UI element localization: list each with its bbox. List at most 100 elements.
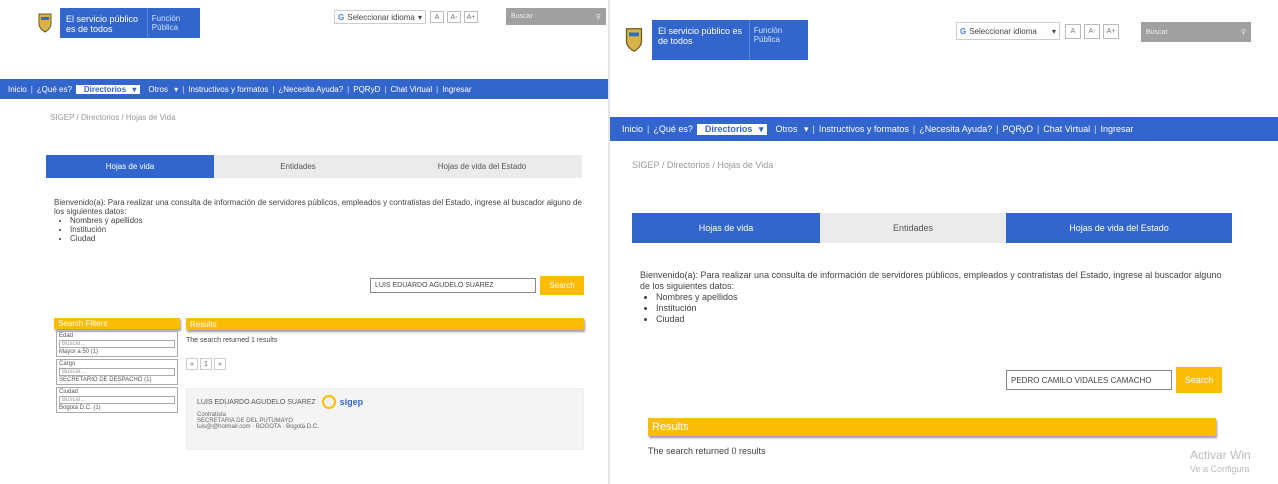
result-contact: luis@@hotmail.com · BOGOTA · Bogotá D.C. xyxy=(197,424,319,430)
language-label: Seleccionar idioma xyxy=(347,12,415,22)
result-name[interactable]: LUIS EDUARDO AGUDELO SUAREZ xyxy=(197,399,316,406)
font-decrease-button[interactable]: A- xyxy=(1084,24,1100,39)
intro-text-block: Bienvenido(a): Para realizar una consult… xyxy=(54,198,584,243)
nav-pqryd[interactable]: PQRyD xyxy=(998,124,1037,134)
criteria-item: Nombres y apellidos xyxy=(70,216,584,225)
facet-option[interactable]: Bogotá D.C. (1) xyxy=(59,405,175,411)
tab-hojas-de-vida-estado[interactable]: Hojas de vida del Estado xyxy=(1006,213,1232,243)
nav-inicio[interactable]: Inicio xyxy=(4,85,31,94)
facet-title: Edad xyxy=(59,333,74,339)
search-icon[interactable]: ⚲ xyxy=(596,13,601,21)
brand-box[interactable]: El servicio público es de todos Función … xyxy=(60,8,200,38)
contrast-button[interactable]: A xyxy=(430,11,444,23)
nav-instructivos[interactable]: Instructivos y formatos xyxy=(184,85,272,94)
facet-option[interactable]: SECRETARIO DE DESPACHO (1) xyxy=(59,377,175,383)
facet-edad: Edad Buscar... Mayor a 50 (1) xyxy=(56,331,178,357)
site-search-placeholder: Buscar xyxy=(1146,28,1168,36)
nav-ingresar[interactable]: Ingresar xyxy=(1097,124,1138,134)
criteria-item: Institución xyxy=(70,225,584,234)
search-button[interactable]: Search xyxy=(1176,367,1222,393)
watermark-line2: Ve a Configura xyxy=(1190,464,1250,474)
brand-line1: El servicio público es de todos xyxy=(658,26,743,46)
nav-inicio[interactable]: Inicio xyxy=(618,124,647,134)
nav-otros[interactable]: Otros ▾ xyxy=(767,124,812,135)
criteria-item: Nombres y apellidos xyxy=(656,292,1224,303)
tab-entidades[interactable]: Entidades xyxy=(820,213,1006,243)
language-select[interactable]: G Seleccionar idioma ▾ xyxy=(334,10,426,24)
tab-bar: Hojas de vida Entidades Hojas de vida de… xyxy=(46,155,582,178)
results-header: Results xyxy=(186,318,584,330)
search-button[interactable]: Search xyxy=(540,276,584,295)
tab-bar: Hojas de vida Entidades Hojas de vida de… xyxy=(632,213,1232,243)
intro-text: Bienvenido(a): Para realizar una consult… xyxy=(640,270,1222,291)
windows-activation-watermark: Activar Win Ve a Configura xyxy=(1190,448,1251,476)
facet-search-input[interactable]: Buscar... xyxy=(59,396,175,404)
results-count: The search returned 0 results xyxy=(648,446,766,456)
pager-next[interactable]: » xyxy=(214,358,226,370)
pager-page[interactable]: 1 xyxy=(200,358,212,370)
nav-chat[interactable]: Chat Virtual xyxy=(386,85,436,94)
nav-pqryd[interactable]: PQRyD xyxy=(349,85,384,94)
nav-directorios-label: Directorios xyxy=(704,123,753,134)
chevron-down-icon: ▾ xyxy=(1051,26,1056,36)
colombia-shield-icon xyxy=(34,8,56,38)
site-search-input[interactable]: Buscar ⚲ xyxy=(506,8,606,25)
results-count: The search returned 1 results xyxy=(186,337,278,344)
nav-que-es[interactable]: ¿Qué es? xyxy=(649,124,697,134)
facet-title: Cargo xyxy=(59,361,76,367)
font-increase-button[interactable]: A+ xyxy=(464,11,478,23)
nav-instructivos[interactable]: Instructivos y formatos xyxy=(815,124,913,134)
breadcrumb: SIGEP / Directorios / Hojas de Vida xyxy=(50,113,176,122)
contrast-button[interactable]: A xyxy=(1065,24,1081,39)
facet-ciudad: Ciudad Buscar... Bogotá D.C. (1) xyxy=(56,387,178,413)
results-header: Results xyxy=(648,418,1216,436)
criteria-list: Nombres y apellidos Institución Ciudad xyxy=(70,216,584,243)
chevron-down-icon: ▾ xyxy=(417,12,422,22)
filters-header: Search Filters xyxy=(54,318,180,329)
tab-entidades[interactable]: Entidades xyxy=(214,155,382,178)
search-filters: Search Filters Edad Buscar... Mayor a 50… xyxy=(54,318,180,415)
nav-que-es[interactable]: ¿Qué es? xyxy=(33,85,76,94)
query-input[interactable]: LUIS EDUARDO AGUDELO SUAREZ xyxy=(370,278,536,293)
main-nav: Inicio | ¿Qué es? Directorios ▾ Otros ▾ | … xyxy=(610,117,1278,141)
nav-otros[interactable]: Otros ▾ xyxy=(140,85,182,94)
brand-line1: El servicio público es de todos xyxy=(66,14,139,34)
results-panel: Results The search returned 1 results « … xyxy=(186,318,584,450)
tab-hojas-de-vida[interactable]: Hojas de vida xyxy=(46,155,214,178)
pager-prev[interactable]: « xyxy=(186,358,198,370)
nav-ayuda[interactable]: ¿Necesita Ayuda? xyxy=(915,124,996,134)
left-screenshot: El servicio público es de todos Función … xyxy=(0,0,610,484)
result-card[interactable]: LUIS EDUARDO AGUDELO SUAREZ sigep Contra… xyxy=(186,388,584,450)
language-select[interactable]: G Seleccionar idioma ▾ xyxy=(956,22,1060,40)
brand-line2: Función Pública xyxy=(146,8,200,38)
tab-hojas-de-vida[interactable]: Hojas de vida xyxy=(632,213,820,243)
facet-option[interactable]: Mayor a 50 (1) xyxy=(59,349,175,355)
nav-ingresar[interactable]: Ingresar xyxy=(438,85,475,94)
criteria-item: Institución xyxy=(656,303,1224,314)
search-icon[interactable]: ⚲ xyxy=(1241,28,1246,36)
intro-text: Bienvenido(a): Para realizar una consult… xyxy=(54,198,582,216)
brand-box[interactable]: El servicio público es de todos Función … xyxy=(652,20,808,60)
google-translate-icon: G xyxy=(338,12,345,22)
criteria-item: Ciudad xyxy=(70,234,584,243)
nav-directorios[interactable]: Directorios ▾ xyxy=(696,123,768,135)
breadcrumb: SIGEP / Directorios / Hojas de Vida xyxy=(632,160,774,170)
facet-search-input[interactable]: Buscar... xyxy=(59,368,175,376)
query-input[interactable]: PEDRO CAMILO VIDALES CAMACHO xyxy=(1006,370,1172,390)
facet-search-input[interactable]: Buscar... xyxy=(59,340,175,348)
user-icon xyxy=(321,395,336,409)
font-decrease-button[interactable]: A- xyxy=(447,11,461,23)
brand: El servicio público es de todos Función … xyxy=(622,20,808,60)
tab-hojas-de-vida-estado[interactable]: Hojas de vida del Estado xyxy=(382,155,582,178)
nav-chat[interactable]: Chat Virtual xyxy=(1039,124,1094,134)
brand: El servicio público es de todos Función … xyxy=(34,8,200,38)
sigep-logo: sigep xyxy=(339,397,364,407)
nav-ayuda[interactable]: ¿Necesita Ayuda? xyxy=(274,85,347,94)
font-increase-button[interactable]: A+ xyxy=(1103,24,1119,39)
nav-directorios[interactable]: Directorios ▾ xyxy=(75,84,141,94)
watermark-line1: Activar Win xyxy=(1190,448,1251,462)
main-nav: Inicio | ¿Qué es? Directorios ▾ Otros ▾ | … xyxy=(0,79,610,99)
nav-otros-label: Otros xyxy=(148,84,168,94)
site-search-input[interactable]: Buscar ⚲ xyxy=(1141,22,1251,42)
nav-directorios-label: Directorios xyxy=(83,84,127,94)
